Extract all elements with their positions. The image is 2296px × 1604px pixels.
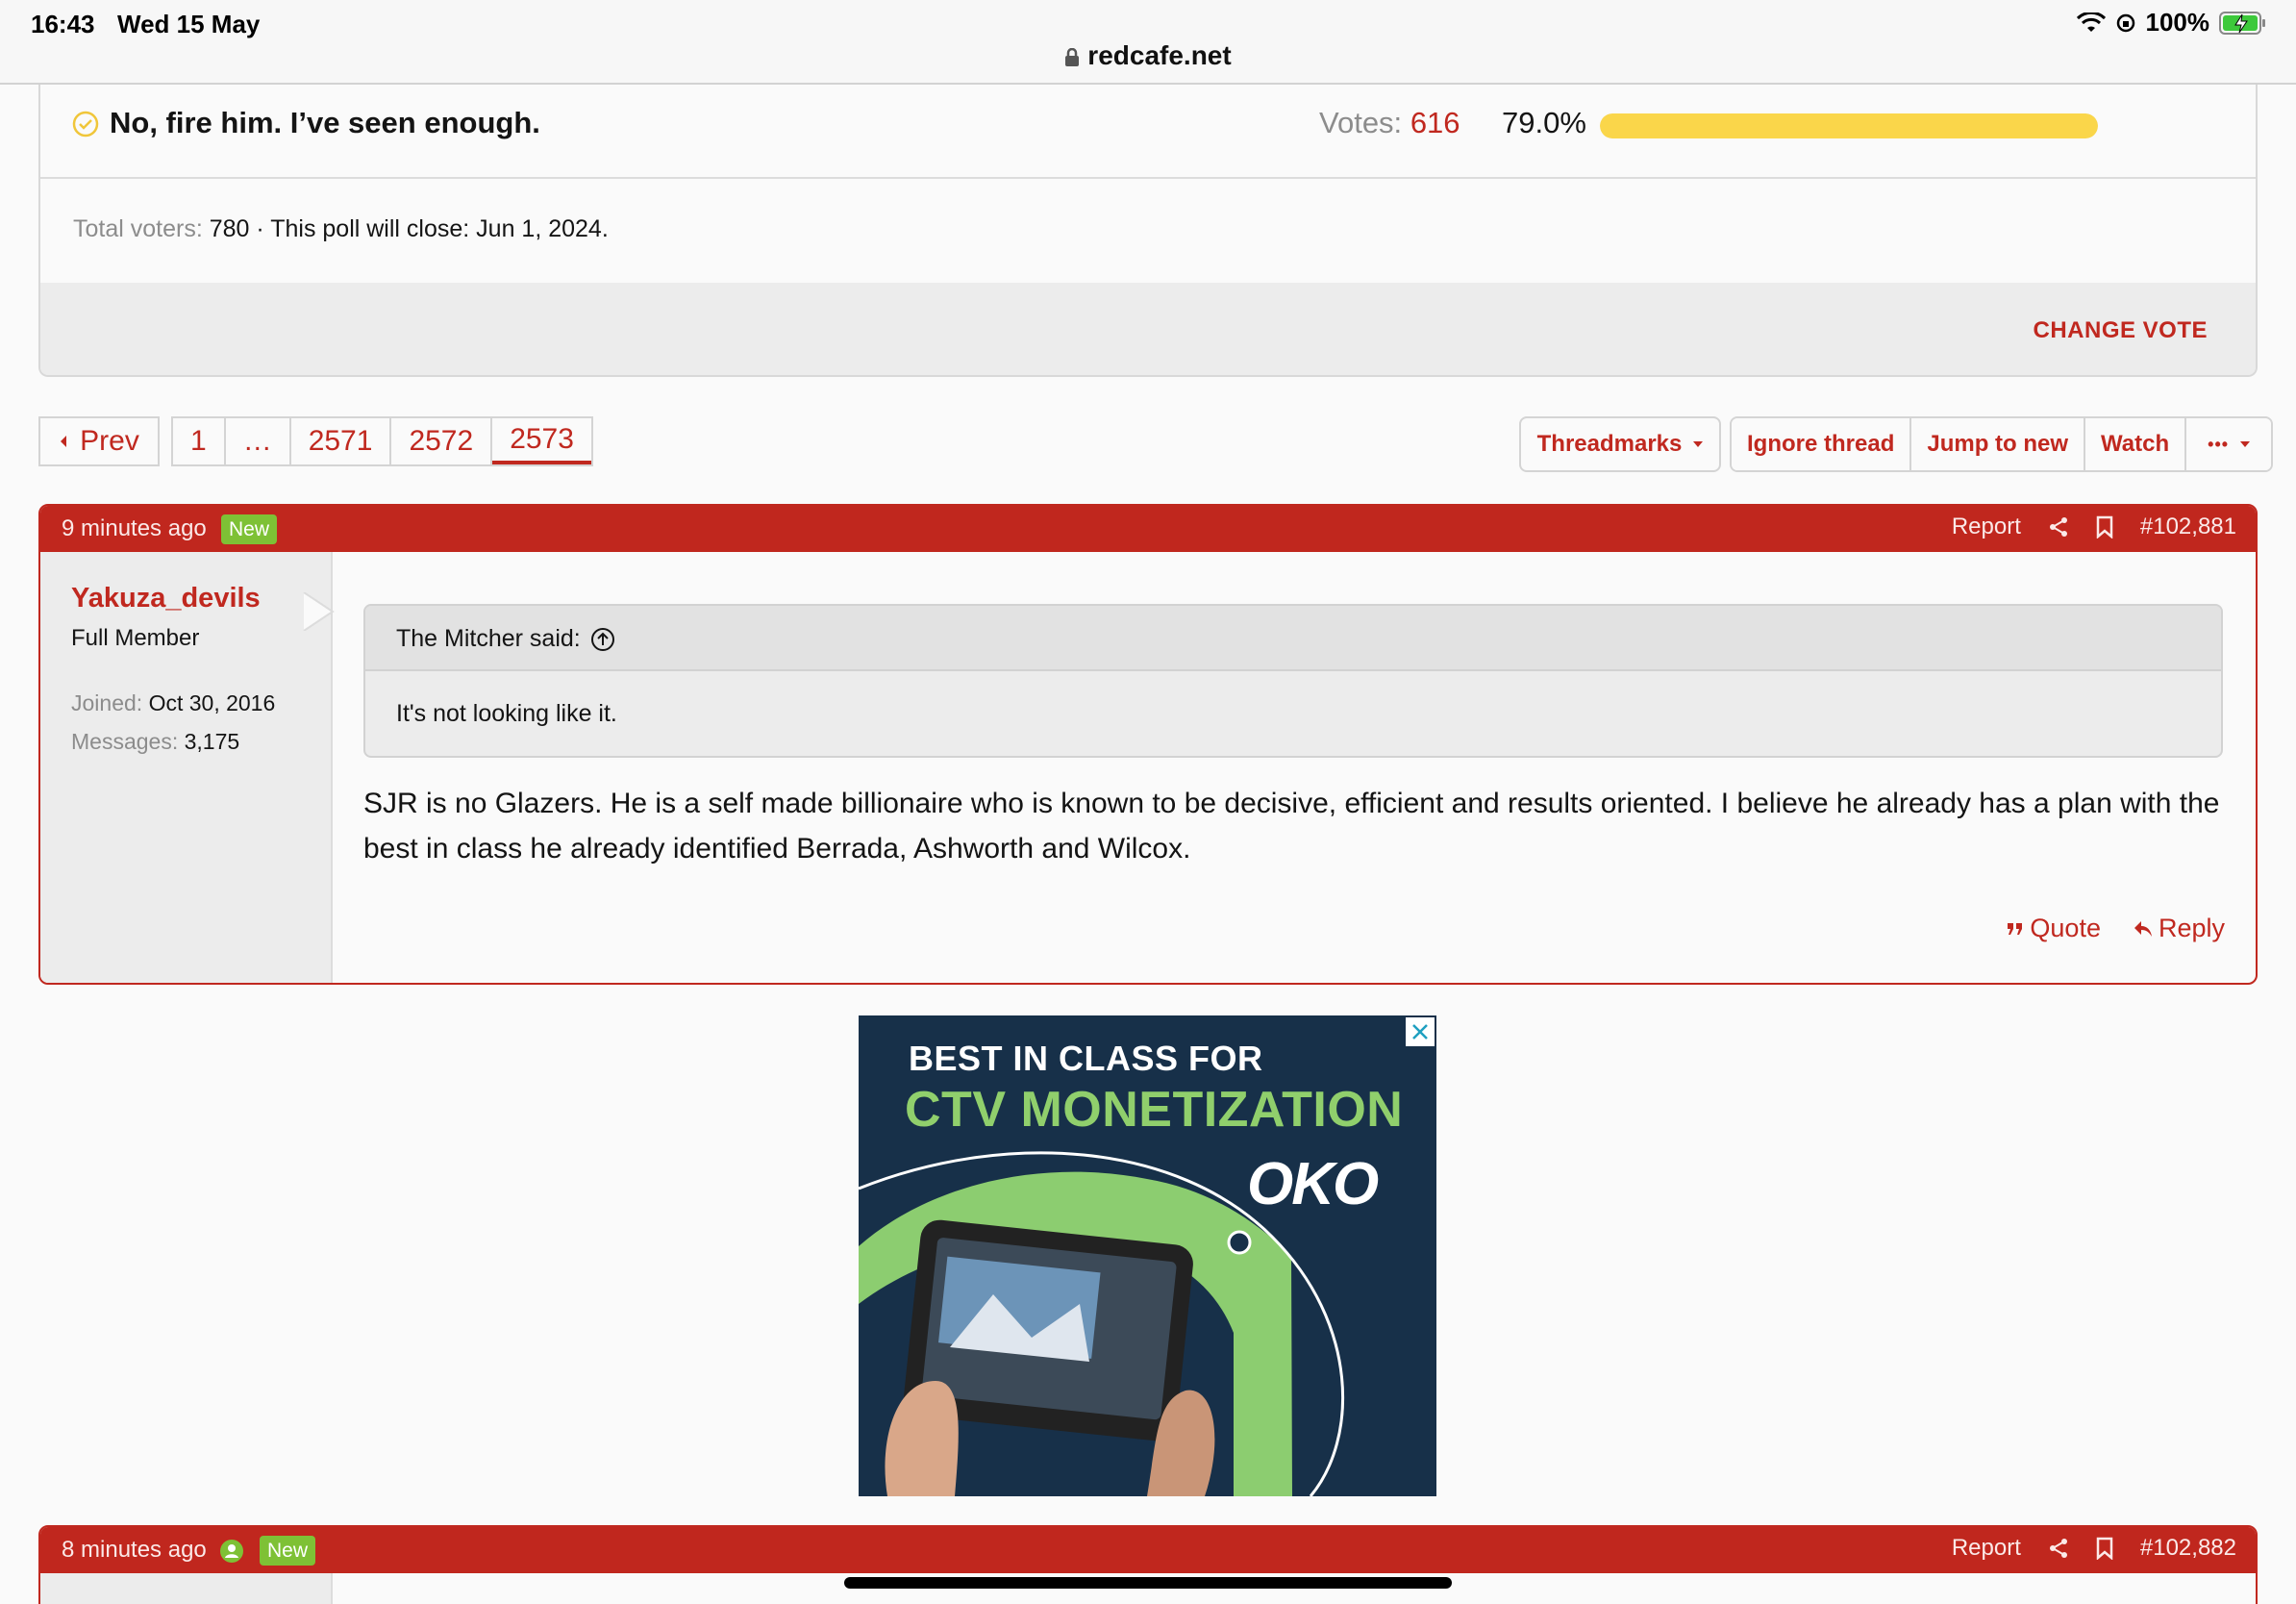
quote-header: The Mitcher said: — [365, 606, 2221, 671]
ad-headline-1: BEST IN CLASS FOR — [909, 1039, 1263, 1078]
poll-summary: Total voters: 780 · This poll will close… — [73, 215, 609, 243]
joined-value: Oct 30, 2016 — [148, 690, 276, 715]
quote-marks-icon — [2008, 922, 2023, 935]
user-title: Full Member — [71, 625, 200, 651]
quote-label: Quote — [2030, 914, 2101, 942]
joined-label: Joined: — [71, 690, 143, 715]
ad-headline-2: CTV MONETIZATION — [905, 1082, 1404, 1138]
poll-close-text: · This poll will close: Jun 1, 2024. — [249, 215, 609, 242]
quote-author[interactable]: The Mitcher said: — [396, 625, 615, 653]
total-voters-value: 780 — [209, 215, 250, 242]
threadmarks-button[interactable]: Threadmarks — [1519, 416, 1721, 472]
poll-progress-fill — [1600, 113, 2098, 138]
page-ellipsis[interactable]: … — [226, 418, 291, 464]
post-number[interactable]: #102,882 — [2140, 1535, 2236, 1562]
post-header-actions: Report #102,882 — [1952, 1535, 2236, 1562]
prev-page-button[interactable]: Prev — [38, 416, 160, 466]
user-joined: Joined: Oct 30, 2016 — [71, 690, 275, 716]
post-header: 8 minutes ago New Report #102,882 — [40, 1527, 2256, 1573]
post-header-actions: Report #102,881 — [1952, 514, 2236, 540]
checkmark-circle-icon — [72, 111, 99, 138]
post-number[interactable]: #102,881 — [2140, 514, 2236, 540]
page-link-2572[interactable]: 2572 — [391, 418, 493, 464]
reply-label: Reply — [2158, 914, 2225, 942]
battery-charging-icon — [2219, 11, 2265, 35]
lock-icon — [1065, 47, 1080, 66]
poll-votes: Votes: 616 — [1319, 106, 1460, 140]
status-time: 16:43 — [31, 10, 95, 38]
report-link[interactable]: Report — [1952, 1535, 2021, 1562]
jump-to-new-button[interactable]: Jump to new — [1911, 418, 2086, 470]
poll-results-card: No, fire him. I’ve seen enough. Votes: 6… — [38, 85, 2258, 377]
close-icon — [1412, 1024, 1428, 1040]
poll-option-row: No, fire him. I’ve seen enough. Votes: 6… — [40, 85, 2256, 179]
bookmark-icon[interactable] — [2096, 1537, 2113, 1560]
ignore-thread-button[interactable]: Ignore thread — [1732, 418, 1912, 470]
quote-content: It's not looking like it. — [396, 700, 617, 727]
post-header: 9 minutes ago New Report #102,881 — [40, 506, 2256, 552]
wifi-icon — [2076, 12, 2106, 32]
user-info-column — [40, 1573, 333, 1604]
quote-block: The Mitcher said: It's not looking like … — [363, 604, 2223, 758]
total-voters-label: Total voters: — [73, 215, 203, 242]
battery-percent: 100% — [2145, 8, 2210, 37]
quote-button[interactable]: Quote — [2007, 914, 2101, 943]
poll-votes-value: 616 — [1410, 106, 1460, 139]
post-footer-actions: Quote Reply — [2007, 914, 2225, 943]
url-bar[interactable]: redcafe.net — [0, 40, 2296, 71]
bookmark-icon[interactable] — [2096, 515, 2113, 539]
messages-label: Messages: — [71, 729, 179, 754]
messages-value: 3,175 — [184, 729, 240, 754]
threadmarks-label: Threadmarks — [1536, 431, 1683, 457]
browser-status-bar: 16:43 Wed 15 May 100% redcafe.net — [0, 0, 2296, 85]
page-number-group: 1 … 2571 2572 2573 — [171, 416, 593, 466]
report-link[interactable]: Report — [1952, 514, 2021, 540]
quote-author-text: The Mitcher said: — [396, 625, 581, 652]
more-options-button[interactable]: ••• — [2186, 418, 2272, 470]
share-icon[interactable] — [2048, 516, 2069, 538]
post-time[interactable]: 9 minutes ago — [62, 515, 207, 542]
advertisement-banner[interactable]: BEST IN CLASS FOR CTV MONETIZATION OKO — [859, 1015, 1436, 1496]
more-options-icon: ••• — [2208, 434, 2230, 454]
reply-arrow-icon — [2134, 920, 2152, 937]
watch-button[interactable]: Watch — [2085, 418, 2187, 470]
chevron-down-icon — [1693, 441, 1704, 447]
thread-action-group: Ignore thread Jump to new Watch ••• — [1730, 416, 2274, 472]
post-body-text: SJR is no Glazers. He is a self made bil… — [363, 788, 2220, 865]
poll-percent: 79.0% — [1502, 106, 1586, 139]
user-info-column: Yakuza_devils Full Member Joined: Oct 30… — [40, 552, 335, 983]
poll-votes-label: Votes: — [1319, 106, 1403, 139]
url-text: redcafe.net — [1087, 40, 1232, 70]
change-vote-button[interactable]: CHANGE VOTE — [2033, 317, 2208, 344]
ad-logo: OKO — [1247, 1151, 1379, 1217]
new-badge: New — [260, 1536, 316, 1566]
reply-button[interactable]: Reply — [2134, 914, 2225, 943]
arrow-up-circle-icon[interactable] — [590, 627, 615, 652]
caret-left-icon — [61, 436, 67, 447]
user-column-arrow — [303, 592, 335, 631]
share-icon[interactable] — [2048, 1538, 2069, 1559]
home-indicator[interactable] — [844, 1577, 1452, 1589]
new-badge: New — [221, 514, 278, 544]
poll-footer: CHANGE VOTE — [40, 283, 2256, 375]
poll-progress-bar — [1600, 113, 2098, 138]
username-link[interactable]: Yakuza_devils — [71, 583, 261, 614]
user-messages: Messages: 3,175 — [71, 729, 239, 755]
ad-close-button[interactable] — [1406, 1017, 1435, 1046]
prev-page-label: Prev — [80, 425, 139, 457]
post: 8 minutes ago New Report #102,882 — [38, 1525, 2258, 1604]
post: 9 minutes ago New Report #102,881 Yakuza… — [38, 504, 2258, 985]
poll-option-label: No, fire him. I’ve seen enough. — [110, 106, 540, 139]
user-online-icon — [220, 1540, 243, 1563]
status-indicators: 100% — [2076, 8, 2268, 38]
status-date: Wed 15 May — [117, 10, 261, 38]
page-link-1[interactable]: 1 — [173, 418, 226, 464]
orientation-lock-icon — [2116, 13, 2134, 32]
post-time[interactable]: 8 minutes ago — [62, 1537, 207, 1564]
page-link-2571[interactable]: 2571 — [291, 418, 392, 464]
page-link-2573-current[interactable]: 2573 — [492, 418, 591, 464]
chevron-down-icon — [2240, 441, 2251, 447]
